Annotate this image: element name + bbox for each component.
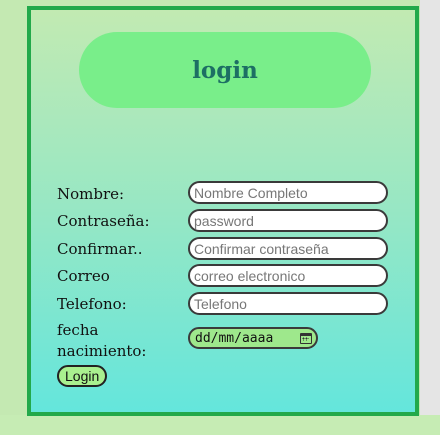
birthdate-value: dd/mm/aaaa [195,330,274,346]
password-label: Contraseña: [57,212,150,230]
birthdate-input[interactable]: dd/mm/aaaa [188,327,318,349]
birthdate-label-line2: nacimiento: [57,342,147,360]
email-label: Correo [57,267,110,285]
login-panel: login Nombre: Contraseña: Confirmar.. Co… [27,6,419,416]
login-button[interactable]: Login [57,365,108,387]
window-edge [420,0,440,415]
calendar-icon[interactable] [300,332,312,344]
confirm-password-label: Confirmar.. [57,240,143,258]
email-input[interactable] [188,264,388,287]
birthdate-label-line1: fecha [57,321,99,339]
name-input[interactable] [188,181,388,204]
password-input[interactable] [188,209,388,232]
page-title: login [192,56,258,84]
confirm-password-input[interactable] [188,237,388,260]
name-label: Nombre: [57,185,125,203]
phone-label: Telefono: [57,295,127,313]
page-footer-strip [0,415,440,435]
title-banner: login [79,32,371,108]
phone-input[interactable] [188,292,388,315]
